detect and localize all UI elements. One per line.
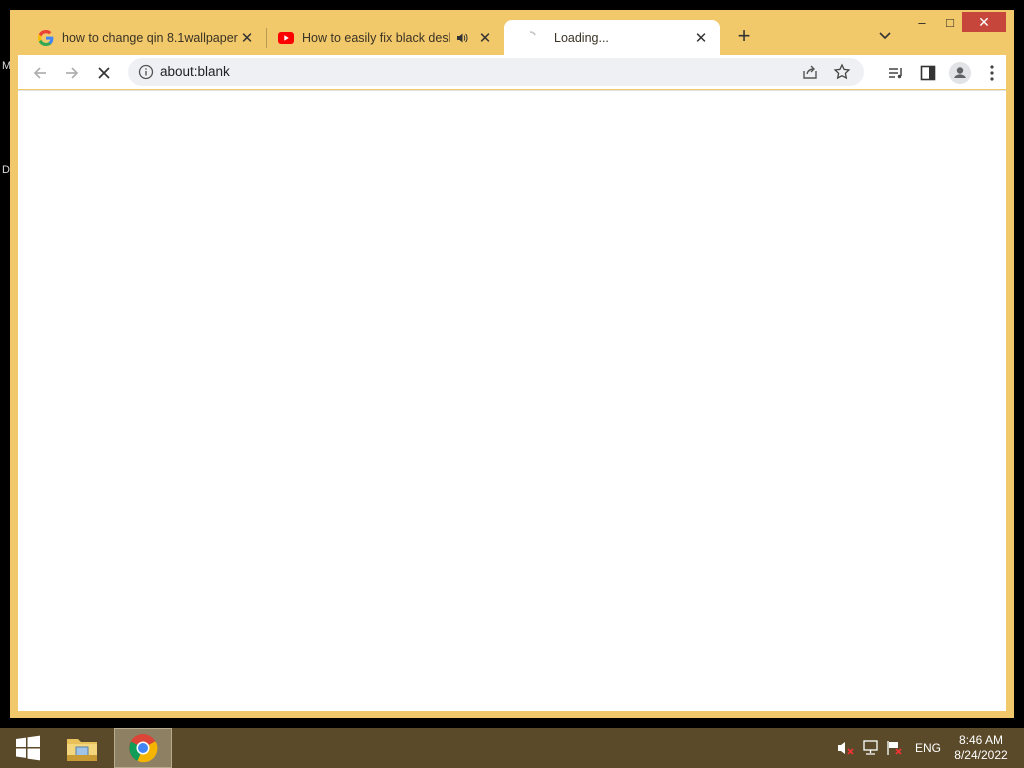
address-bar[interactable]: about:blank xyxy=(128,58,864,86)
network-icon[interactable] xyxy=(862,740,880,756)
back-arrow-icon[interactable] xyxy=(28,61,52,85)
profile-avatar-icon[interactable] xyxy=(948,61,972,85)
tab-loading[interactable]: Loading... ✕ xyxy=(504,20,720,56)
google-icon xyxy=(38,30,54,46)
info-icon[interactable] xyxy=(138,64,154,80)
url-text[interactable]: about:blank xyxy=(160,64,230,79)
stop-loading-icon[interactable] xyxy=(92,61,116,85)
volume-muted-icon[interactable] xyxy=(837,740,855,756)
tab-google-search[interactable]: how to change qin 8.1wallpaper ✕ xyxy=(20,20,266,56)
bookmark-star-icon[interactable] xyxy=(830,60,854,84)
tab-title: Loading... xyxy=(554,31,609,45)
taskbar: ENG 8:46 AM 8/24/2022 xyxy=(0,728,1024,768)
tab-separator xyxy=(266,28,267,48)
minimize-button[interactable]: – xyxy=(908,12,936,32)
tab-strip: how to change qin 8.1wallpaper ✕ How to … xyxy=(10,10,1014,56)
youtube-icon xyxy=(278,30,294,46)
page-content[interactable] xyxy=(18,90,1006,711)
maximize-button[interactable]: □ xyxy=(936,12,964,32)
close-window-button[interactable]: ✕ xyxy=(962,12,1006,32)
tab-title: how to change qin 8.1wallpaper xyxy=(62,31,238,45)
clock-time: 8:46 AM xyxy=(958,733,1004,747)
tab-title: How to easily fix black deskto xyxy=(302,31,450,45)
close-tab-icon[interactable]: ✕ xyxy=(692,29,710,47)
action-center-flag-icon[interactable] xyxy=(886,740,904,756)
chrome-icon xyxy=(129,734,158,763)
clock[interactable]: 8:46 AM 8/24/2022 xyxy=(948,733,1014,763)
browser-window: how to change qin 8.1wallpaper ✕ How to … xyxy=(10,10,1014,718)
close-tab-icon[interactable]: ✕ xyxy=(476,29,494,47)
menu-kebab-icon[interactable] xyxy=(980,61,1004,85)
browser-toolbar: about:blank xyxy=(18,55,1006,89)
chrome-taskbar-button[interactable] xyxy=(114,728,172,768)
desktop-icon-label: D xyxy=(2,164,10,176)
start-button[interactable] xyxy=(0,728,56,768)
file-explorer-button[interactable] xyxy=(56,728,108,768)
forward-arrow-icon[interactable] xyxy=(60,61,84,85)
tab-search-chevron-icon[interactable] xyxy=(876,26,894,44)
windows-logo-icon xyxy=(16,735,40,761)
new-tab-button[interactable]: + xyxy=(732,23,756,48)
side-panel-icon[interactable] xyxy=(916,61,940,85)
language-indicator[interactable]: ENG xyxy=(915,741,941,755)
reading-list-icon[interactable] xyxy=(884,61,908,85)
tab-youtube[interactable]: How to easily fix black deskto ✕ xyxy=(268,20,504,56)
folder-icon xyxy=(67,739,97,761)
close-tab-icon[interactable]: ✕ xyxy=(238,29,256,47)
loading-spinner-icon xyxy=(522,30,538,46)
clock-date: 8/24/2022 xyxy=(954,748,1008,762)
share-icon[interactable] xyxy=(798,60,822,84)
speaker-icon[interactable] xyxy=(454,30,470,46)
